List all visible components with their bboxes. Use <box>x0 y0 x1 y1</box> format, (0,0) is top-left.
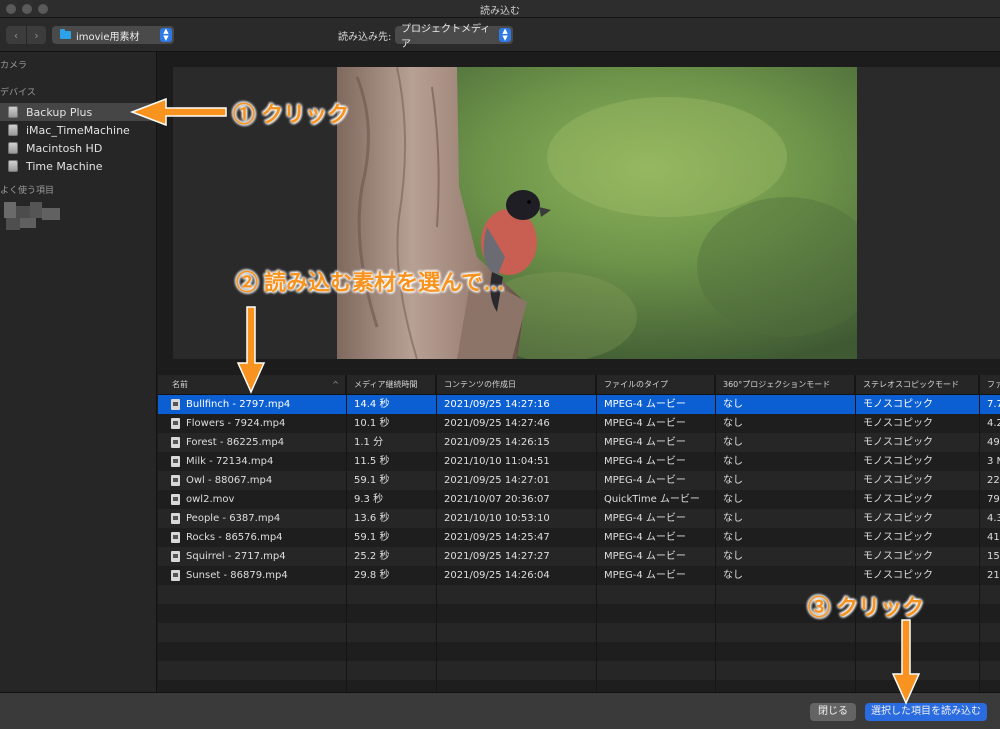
arrow-left-to-backup-plus <box>129 97 227 127</box>
annotation-step3: ③ クリック <box>808 595 925 620</box>
arrow-down-to-import-button <box>891 619 921 705</box>
annotation-step1: ① クリック <box>233 102 350 127</box>
arrow-down-to-file-list <box>236 306 266 394</box>
import-window: 読み込む ‹ › imovie用素材 ▲ ▼ 読み込み先: プロジェクトメディア … <box>0 0 1000 729</box>
annotation-step2: ② 読み込む素材を選んで… <box>236 270 506 295</box>
